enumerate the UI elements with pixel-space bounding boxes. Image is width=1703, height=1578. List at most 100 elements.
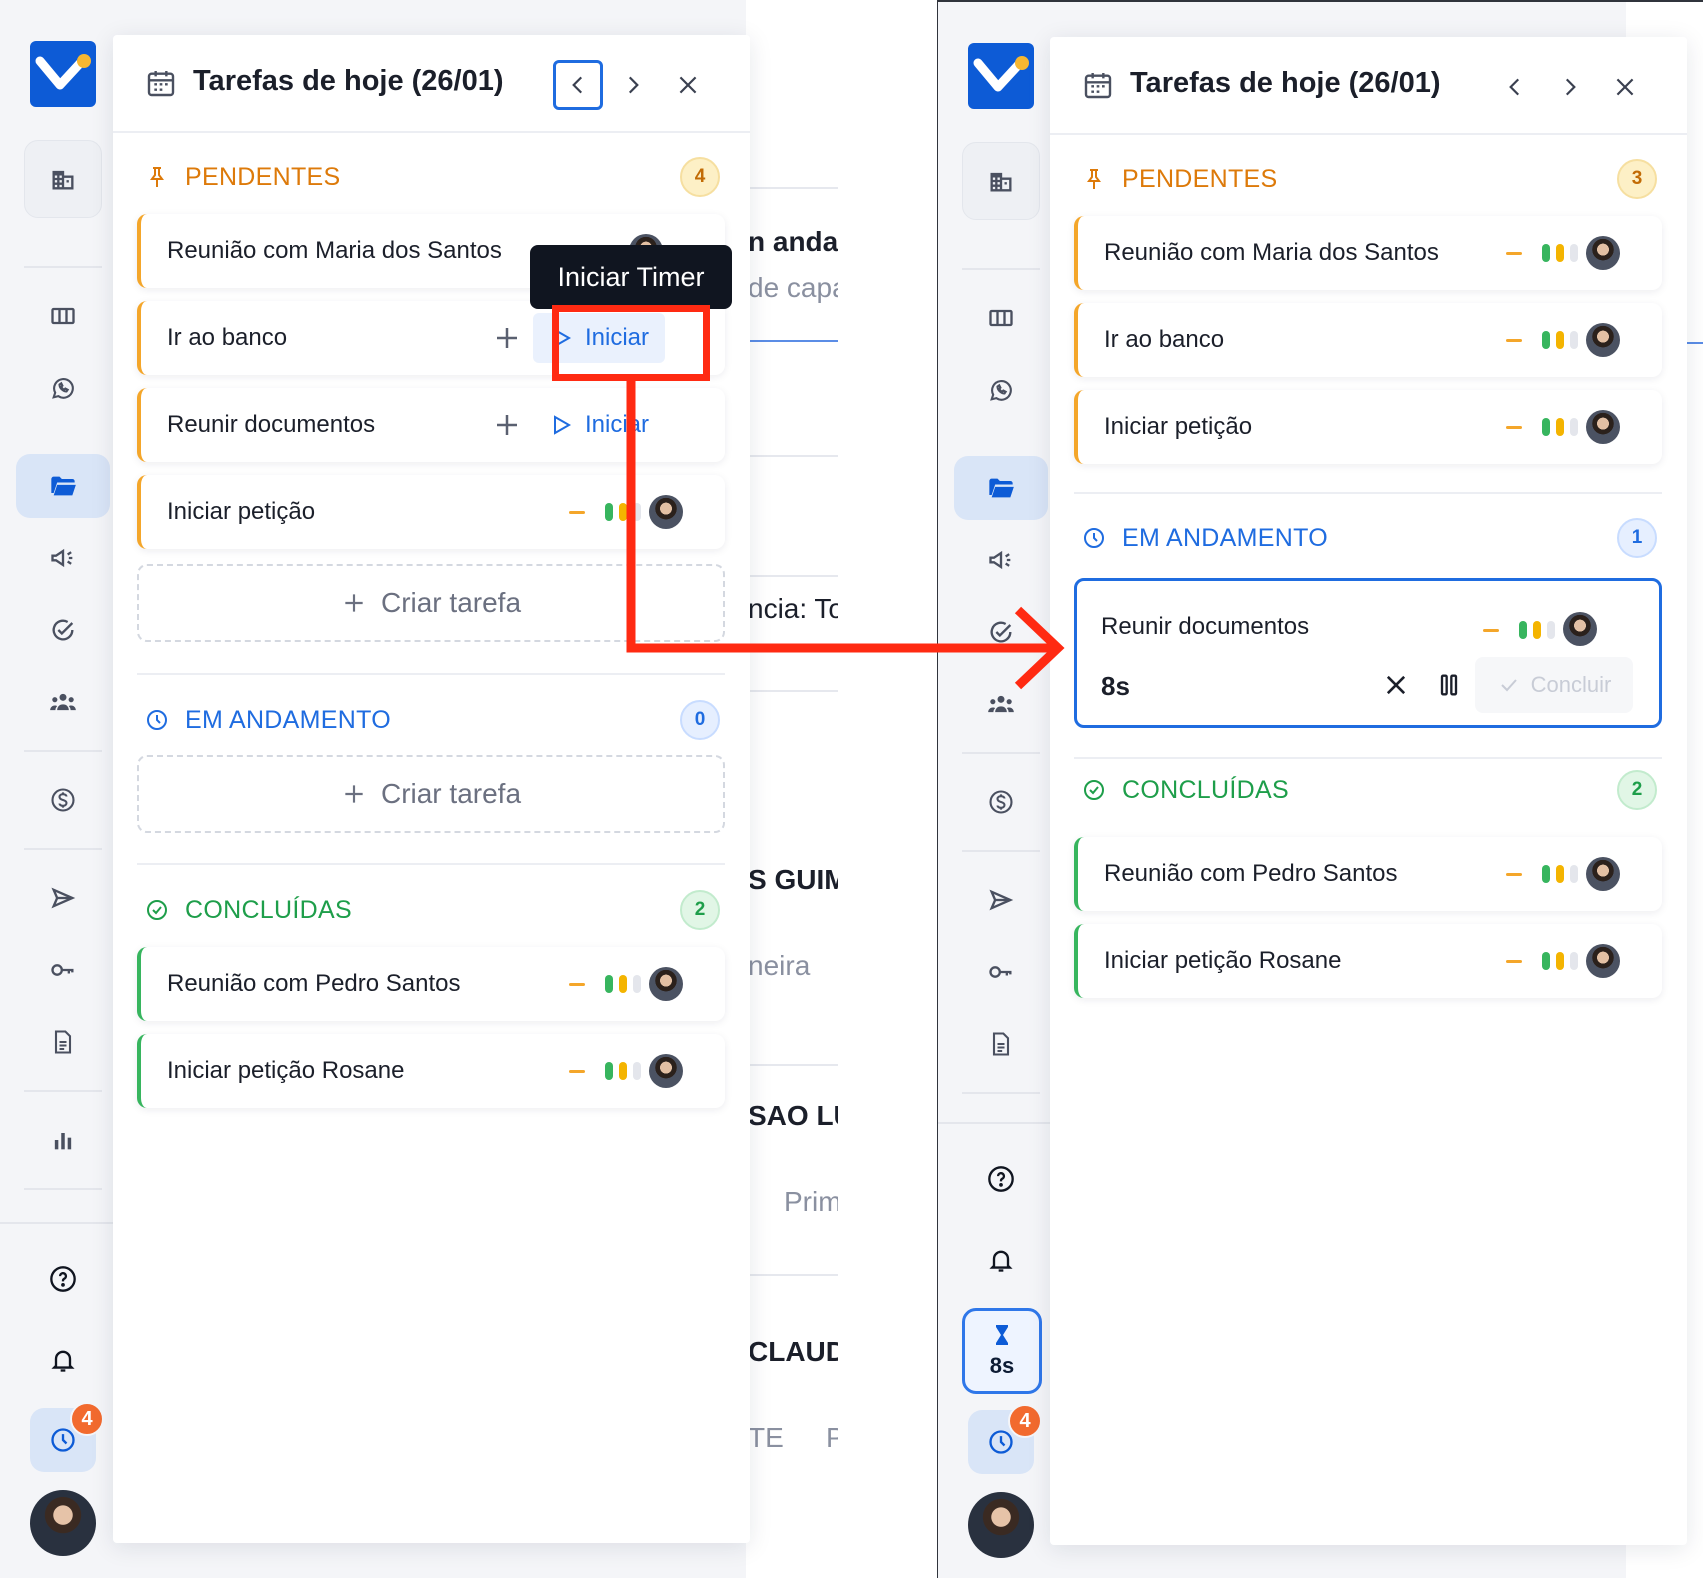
whatsapp-icon[interactable]	[974, 366, 1028, 414]
task-label: Reunião com Maria dos Santos	[1104, 239, 1439, 266]
avatar	[1586, 236, 1620, 270]
close-button[interactable]	[663, 60, 713, 110]
task-label: Iniciar petição	[167, 498, 316, 525]
plus-icon[interactable]	[492, 410, 522, 440]
close-icon[interactable]	[1382, 671, 1410, 699]
section-in-progress-header: EM ANDAMENTO	[1082, 518, 1328, 558]
notification-badge: 4	[70, 1402, 104, 1436]
pin-icon	[1087, 169, 1101, 189]
whatsapp-icon[interactable]	[36, 364, 90, 412]
plus-icon	[345, 594, 363, 612]
task-item[interactable]: Reunião com Maria dos Santos	[1074, 216, 1662, 290]
app-logo[interactable]	[30, 41, 96, 107]
hourglass-icon	[996, 1325, 1008, 1345]
chevron-left-icon	[572, 76, 583, 94]
section-title: CONCLUÍDAS	[185, 895, 352, 924]
notification-badge: 4	[1008, 1404, 1042, 1438]
avatar[interactable]	[968, 1492, 1034, 1558]
building-icon[interactable]	[962, 142, 1040, 220]
task-label: Reunir documentos	[1101, 613, 1310, 640]
page-title: Tarefas de hoje (26/01)	[1130, 67, 1441, 99]
send-icon[interactable]	[974, 876, 1028, 924]
task-item[interactable]: Iniciar petição Rosane	[1074, 924, 1662, 998]
sidebar-divider	[24, 1188, 102, 1190]
section-done-header: CONCLUÍDAS	[1082, 770, 1289, 810]
dollar-icon[interactable]	[36, 776, 90, 824]
backdrop-text: TE	[748, 1422, 784, 1453]
bell-icon[interactable]	[36, 1336, 90, 1384]
task-item[interactable]: Iniciar petição	[137, 475, 725, 549]
bell-icon[interactable]	[974, 1236, 1028, 1284]
tasks-panel: Tarefas de hoje (26/01) PENDENTES 3 Reun…	[1050, 37, 1687, 1545]
section-title: EM ANDAMENTO	[1122, 523, 1328, 552]
document-icon[interactable]	[36, 1018, 90, 1066]
checkmark-icon[interactable]	[36, 606, 90, 654]
folder-icon[interactable]	[954, 456, 1048, 520]
team-icon[interactable]	[974, 680, 1028, 728]
task-item[interactable]: Iniciar petição Rosane	[137, 1034, 725, 1108]
task-item[interactable]: Reunião com Pedro Santos	[1074, 837, 1662, 911]
document-icon[interactable]	[974, 1020, 1028, 1068]
priority-indicator	[569, 503, 641, 521]
key-icon[interactable]	[974, 948, 1028, 996]
chart-icon[interactable]	[36, 1116, 90, 1164]
button-label: Criar tarefa	[380, 587, 522, 618]
clock-icon	[1084, 528, 1104, 548]
count-badge: 2	[1617, 770, 1657, 810]
sidebar-divider	[938, 1122, 1064, 1124]
send-icon[interactable]	[36, 874, 90, 922]
section-title: EM ANDAMENTO	[185, 705, 391, 734]
checkmark-icon[interactable]	[974, 608, 1028, 656]
task-label: Reunião com Maria dos Santos	[167, 237, 502, 264]
avatar	[1586, 857, 1620, 891]
next-day-button[interactable]	[608, 60, 658, 110]
key-icon[interactable]	[36, 946, 90, 994]
help-icon[interactable]	[36, 1255, 90, 1303]
start-timer-button[interactable]: Iniciar	[533, 400, 665, 450]
priority-indicator	[1506, 952, 1578, 970]
pause-icon[interactable]	[1435, 671, 1463, 699]
task-label: Reunião com Pedro Santos	[167, 970, 461, 997]
create-task-button[interactable]: Criar tarefa	[137, 564, 725, 642]
avatar	[1586, 410, 1620, 444]
timer-value: 8s	[1101, 671, 1130, 701]
avatar	[649, 967, 683, 1001]
app-logo[interactable]	[968, 43, 1034, 109]
megaphone-icon[interactable]	[974, 536, 1028, 584]
previous-day-button[interactable]	[553, 60, 603, 110]
task-item[interactable]: Ir ao banco	[1074, 303, 1662, 377]
backdrop-divider	[746, 187, 838, 189]
plus-icon[interactable]	[492, 323, 522, 353]
chevron-left-icon	[1509, 78, 1520, 96]
next-day-button[interactable]	[1545, 62, 1595, 112]
help-icon[interactable]	[974, 1155, 1028, 1203]
folder-icon[interactable]	[16, 454, 110, 518]
close-button[interactable]	[1600, 62, 1650, 112]
running-task-card[interactable]: Reunir documentos 8s Concluir	[1074, 578, 1662, 728]
tooltip: Iniciar Timer	[530, 245, 732, 309]
annotation-highlight	[552, 305, 710, 381]
section-divider	[137, 673, 725, 675]
team-icon[interactable]	[36, 678, 90, 726]
priority-indicator	[569, 975, 641, 993]
building-icon[interactable]	[24, 140, 102, 218]
task-item[interactable]: Reunião com Pedro Santos	[137, 947, 725, 1021]
check-circle-icon	[147, 900, 167, 920]
columns-icon[interactable]	[974, 294, 1028, 342]
create-task-button[interactable]: Criar tarefa	[137, 755, 725, 833]
complete-button[interactable]: Concluir	[1475, 657, 1633, 713]
calendar-icon	[1084, 73, 1112, 99]
megaphone-icon[interactable]	[36, 534, 90, 582]
task-item[interactable]: Iniciar petição	[1074, 390, 1662, 464]
count-badge: 1	[1617, 518, 1657, 558]
priority-indicator	[1506, 331, 1578, 349]
task-label: Ir ao banco	[1104, 326, 1225, 353]
columns-icon[interactable]	[36, 292, 90, 340]
dollar-icon[interactable]	[974, 778, 1028, 826]
active-timer-button[interactable]: 8s	[962, 1308, 1042, 1394]
priority-indicator	[1506, 244, 1578, 262]
avatar[interactable]	[30, 1490, 96, 1556]
task-item[interactable]: Reunir documentos Iniciar	[137, 388, 725, 462]
previous-day-button[interactable]	[1490, 62, 1540, 112]
backdrop-divider	[746, 690, 838, 692]
